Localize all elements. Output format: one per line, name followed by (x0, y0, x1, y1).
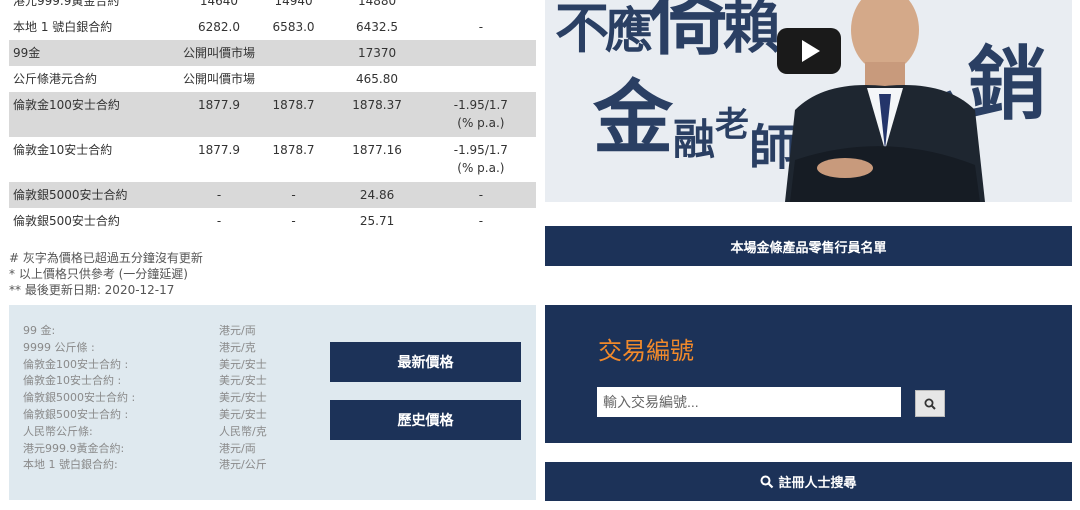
ask-price (259, 40, 329, 66)
bid-price: - (216, 214, 222, 228)
last-price: 6432.5 (356, 20, 399, 34)
price-row: 倫敦銀500安士合約 - - 25.71 - (9, 208, 536, 234)
ask-price: 1878.7 (272, 98, 315, 112)
price-table: 港元999.9黃金合約 14640 14940 14880 本地 1 號白銀合約 6282… (9, 0, 536, 234)
contract-name: 倫敦銀5000安士合約 (13, 188, 128, 202)
unit-value: 美元/安士 (219, 374, 267, 388)
unit-label: 倫敦銀5000安士合約 : (23, 391, 136, 405)
last-price: 1878.37 (352, 98, 402, 112)
bid-price: 公開叫價市場 (182, 72, 255, 86)
ask-price: 6583.0 (272, 20, 315, 34)
transaction-number-input[interactable] (597, 387, 901, 417)
contract-name: 倫敦銀500安士合約 (13, 214, 120, 228)
price-notes: # 灰字為價格已超過五分鐘沒有更新 * 以上價格只供參考 (一分鐘延遲) ** … (9, 250, 203, 298)
bid-price: 14640 (199, 0, 239, 8)
magnifier-icon (924, 398, 936, 410)
unit-value: 美元/安士 (219, 407, 267, 421)
price-row: 港元999.9黃金合約 14640 14940 14880 (9, 0, 536, 14)
note-last-updated: ** 最後更新日期: 2020-12-17 (9, 283, 175, 297)
retail-staff-list-button[interactable]: 本場金條產品零售行員名單 (545, 226, 1072, 266)
unit-value: 美元/安士 (219, 391, 267, 405)
last-price: 17370 (357, 46, 397, 60)
change-value (426, 66, 536, 92)
price-row: 本地 1 號白銀合約 6282.0 6583.0 6432.5 - (9, 14, 536, 40)
contract-name: 公斤條港元合約 (13, 72, 98, 86)
last-price: 24.86 (359, 188, 395, 202)
unit-label: 本地 1 號白銀合約: (23, 458, 118, 472)
transaction-panel: 交易編號 (545, 305, 1072, 443)
play-icon[interactable] (777, 28, 841, 74)
unit-value: 人民幣/克 (219, 424, 267, 438)
price-row: 倫敦金100安士合約 1877.9 1878.7 1878.37 -1.95/1.7 (%… (9, 92, 536, 137)
registered-person-search-button[interactable]: 註冊人士搜尋 (545, 462, 1072, 501)
unit-label: 倫敦銀500安士合約 : (23, 407, 129, 421)
ask-price: - (291, 214, 296, 228)
video-thumbnail[interactable]: 不應倚賴 金融老師的另類推銷 (545, 0, 1072, 202)
ask-price: 1878.7 (272, 143, 315, 157)
unit-value: 美元/安士 (219, 357, 267, 371)
ask-price (259, 66, 329, 92)
price-row: 倫敦銀5000安士合約 - - 24.86 - (9, 182, 536, 208)
change-value (426, 0, 536, 14)
registered-person-search-label: 註冊人士搜尋 (778, 476, 857, 491)
change-value (426, 40, 536, 66)
note-reference: * 以上價格只供參考 (一分鐘延遲) (9, 267, 188, 281)
last-price: 465.80 (356, 72, 399, 86)
bid-price: 1877.9 (197, 143, 240, 157)
search-icon (760, 475, 774, 488)
ask-price: - (291, 188, 296, 202)
unit-value: 港元/両 (219, 441, 256, 455)
transaction-search-button[interactable] (915, 390, 945, 417)
price-row: 公斤條港元合約 公開叫價市場 465.80 (9, 66, 536, 92)
history-price-button[interactable]: 歷史價格 (330, 400, 521, 440)
video-title-text: 不應倚賴 (555, 0, 781, 66)
unit-label: 倫敦金100安士合約 : (23, 357, 129, 371)
last-price: 1877.16 (352, 143, 402, 157)
unit-label: 人民幣公斤條: (23, 424, 93, 438)
bid-price: 6282.0 (197, 20, 240, 34)
bid-price: - (216, 188, 222, 202)
ask-price: 14940 (274, 0, 313, 8)
unit-value: 港元/公斤 (219, 458, 267, 472)
contract-name: 倫敦金100安士合約 (13, 98, 120, 112)
unit-label: 港元999.9黃金合約: (23, 441, 125, 455)
change-value: -1.95/1.7 (% p.a.) (426, 92, 536, 137)
unit-label: 9999 公斤條 : (23, 340, 95, 354)
unit-value: 港元/克 (219, 340, 256, 354)
unit-values: 港元/両 港元/克 美元/安士 美元/安士 美元/安士 美元/安士 人民幣/克 港元/両 港元/… (219, 323, 267, 474)
change-value: -1.95/1.7 (% p.a.) (426, 137, 536, 182)
contract-name: 本地 1 號白銀合約 (13, 20, 113, 34)
contract-name: 港元999.9黃金合約 (13, 0, 120, 8)
latest-price-button[interactable]: 最新價格 (330, 342, 521, 382)
contract-name: 99金 (13, 46, 41, 60)
unit-labels: 99 金: 9999 公斤條 : 倫敦金100安士合約 : 倫敦金10安士合約 : 倫敦… (23, 323, 135, 474)
unit-value: 港元/両 (219, 324, 256, 337)
transaction-title: 交易編號 (598, 337, 694, 365)
contract-name: 倫敦金10安士合約 (13, 143, 113, 157)
change-unit: (% p.a.) (457, 161, 505, 175)
change-rate: -1.95/1.7 (453, 143, 508, 157)
change-value: - (478, 188, 484, 202)
last-price: 25.71 (359, 214, 395, 228)
unit-label: 99 金: (23, 324, 56, 337)
price-row: 倫敦金10安士合約 1877.9 1878.7 1877.16 -1.95/1.7 (% … (9, 137, 536, 182)
last-price: 14880 (357, 0, 397, 8)
change-unit: (% p.a.) (457, 116, 505, 130)
note-grey-text: # 灰字為價格已超過五分鐘沒有更新 (9, 251, 203, 265)
unit-label: 倫敦金10安士合約 : (23, 374, 122, 388)
change-value: - (478, 214, 484, 228)
unit-panel: 99 金: 9999 公斤條 : 倫敦金100安士合約 : 倫敦金10安士合約 : 倫敦… (9, 305, 536, 500)
change-value: - (478, 20, 484, 34)
change-rate: -1.95/1.7 (453, 98, 508, 112)
bid-price: 公開叫價市場 (182, 46, 255, 60)
price-row: 99金 公開叫價市場 17370 (9, 40, 536, 66)
bid-price: 1877.9 (197, 98, 240, 112)
